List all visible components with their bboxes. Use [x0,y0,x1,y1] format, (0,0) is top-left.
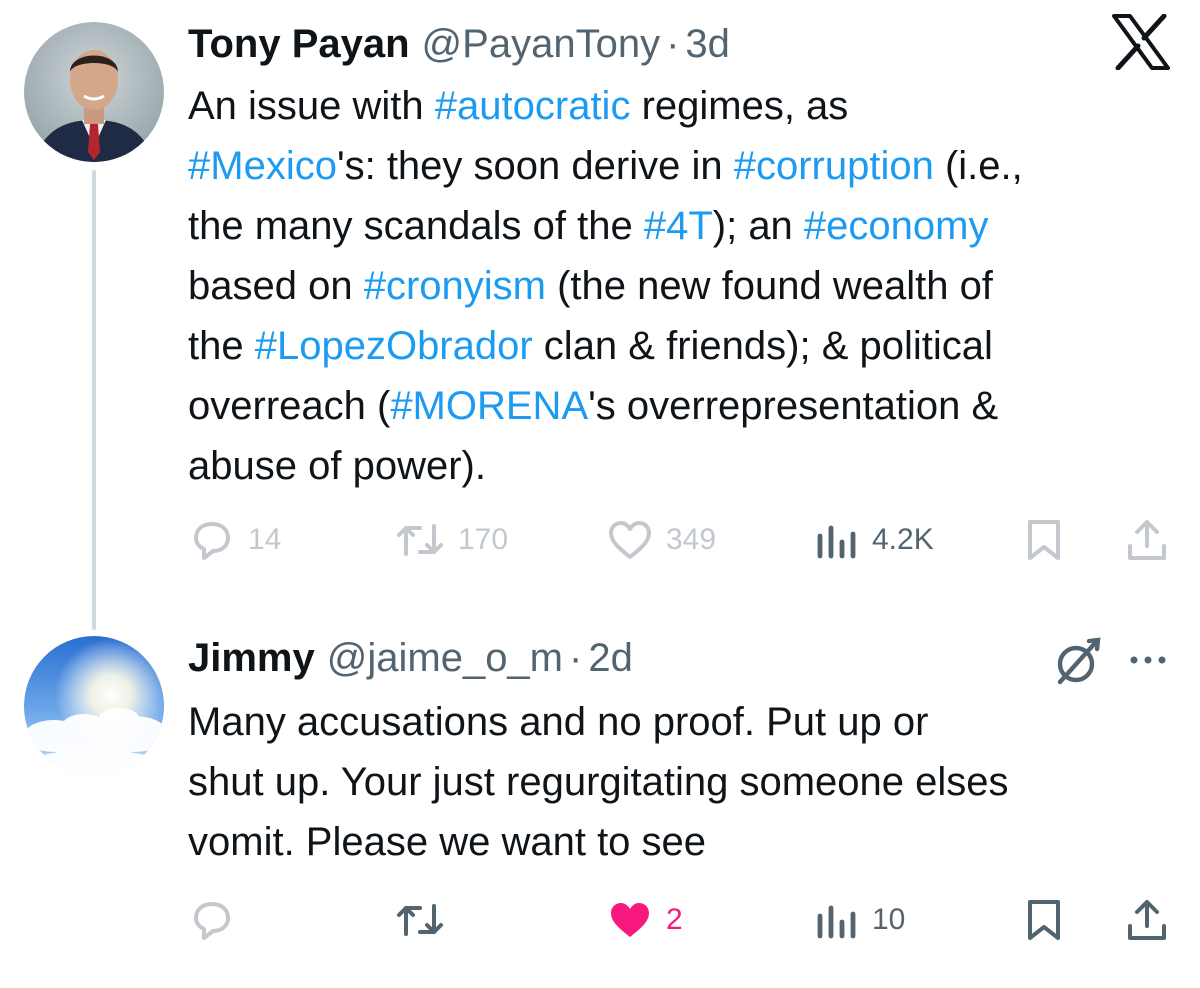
analytics-icon [817,525,856,559]
text-segment: the [188,324,255,368]
reply-views-button[interactable]: 10 [814,890,905,950]
hashtag-link[interactable]: #cronyism [364,264,546,308]
author-avatar[interactable] [24,22,164,162]
reply-author-handle[interactable]: @jaime_o_m [327,636,563,681]
reply-author-avatar[interactable] [24,636,164,776]
text-line: Many accusations and no proof. Put up or [188,692,1009,752]
text-line: abuse of power). [188,436,1023,496]
hashtag-link[interactable]: #Mexico [188,144,337,188]
text-segment: shut up. Your just regurgitating someone… [188,760,1009,804]
text-segment: 's: they soon derive in [336,144,734,188]
reply-text: Many accusations and no proof. Put up or… [188,692,1009,872]
text-line: vomit. Please we want to see [188,812,1009,872]
views-button[interactable]: 4.2K [814,510,934,570]
bookmark-icon [1028,900,1060,940]
text-line: #Mexico's: they soon derive in #corrupti… [188,136,1023,196]
text-line: based on #cronyism (the new found wealth… [188,256,1023,316]
reply-icon [194,522,230,560]
reply-count: 14 [248,523,282,556]
text-segment: overreach ( [188,384,391,428]
bookmark-icon [1028,520,1060,560]
author-handle[interactable]: @PayanTony [422,22,661,67]
text-segment: clan & friends); & political [532,324,993,368]
reply-like-button[interactable]: 2 [606,890,683,950]
reply-icon [194,902,230,940]
text-segment: vomit. Please we want to see [188,820,707,864]
more-options-icon[interactable] [1126,652,1170,673]
text-segment: abuse of power). [188,444,486,488]
repost-button[interactable]: 170 [394,510,508,570]
bookmark-button[interactable] [1022,510,1066,570]
tweet-header: Tony Payan @PayanTony · 3d [188,22,730,67]
reply-action-bar: 2 10 [0,890,1200,950]
text-segment: 's overrepresentation & [588,384,999,428]
text-segment: ); an [712,204,804,248]
reply-view-count: 10 [872,903,906,936]
header-separator: · [666,22,680,66]
text-line: the many scandals of the #4T); an #econo… [188,196,1023,256]
hashtag-link[interactable]: #autocratic [435,84,631,128]
text-segment: Many accusations and no proof. Put up or [188,700,929,744]
hashtag-link[interactable]: #economy [804,204,989,248]
heart-filled-icon [611,903,649,937]
reply-share-button[interactable] [1124,890,1170,950]
text-segment: the many scandals of the [188,204,644,248]
share-icon [1128,520,1166,560]
reply-button[interactable]: 14 [188,510,281,570]
text-line: the #LopezObrador clan & friends); & pol… [188,316,1023,376]
text-line: shut up. Your just regurgitating someone… [188,752,1009,812]
tweet-action-bar: 14 170 349 4.2K [0,510,1200,570]
reply-bookmark-button[interactable] [1022,890,1066,950]
text-line: overreach (#MORENA's overrepresentation … [188,376,1023,436]
hashtag-link[interactable]: #MORENA [390,384,588,428]
view-count: 4.2K [872,523,934,556]
reply-like-count: 2 [666,903,683,936]
like-button[interactable]: 349 [606,510,716,570]
text-segment: (i.e., [933,144,1023,188]
hashtag-link[interactable]: #LopezObrador [255,324,533,368]
author-name[interactable]: Tony Payan [188,22,410,67]
reply-timestamp[interactable]: 2d [588,636,633,681]
hashtag-link[interactable]: #4T [644,204,713,248]
reply-header-separator: · [569,636,583,680]
hashtag-link[interactable]: #corruption [734,144,934,188]
reply-reply-button[interactable] [188,890,248,950]
text-segment: regimes, as [630,84,849,128]
share-button[interactable] [1124,510,1170,570]
text-segment: An issue with [188,84,435,128]
text-line: An issue with #autocratic regimes, as [188,76,1023,136]
reply-author-name[interactable]: Jimmy [188,636,315,681]
text-segment: based on [188,264,364,308]
analytics-icon [817,905,856,939]
tweet-text: An issue with #autocratic regimes, as #Me… [188,76,1023,496]
mute-slash-icon[interactable] [1052,636,1104,693]
heart-icon [609,521,651,559]
share-icon [1128,900,1166,940]
repost-icon [397,904,443,936]
text-segment: (the new found wealth of [545,264,993,308]
tweet-timestamp[interactable]: 3d [685,22,730,67]
like-count: 349 [666,523,717,556]
reply-repost-button[interactable] [394,890,458,950]
repost-icon [397,524,443,556]
x-logo-icon [1110,13,1172,75]
repost-count: 170 [458,523,509,556]
reply-header: Jimmy @jaime_o_m · 2d [188,636,633,681]
